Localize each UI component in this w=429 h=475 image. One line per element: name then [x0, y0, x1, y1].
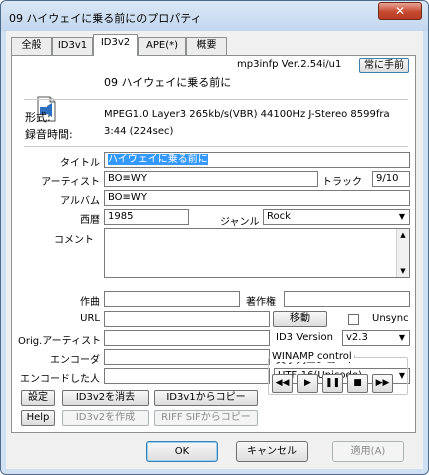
tab-id3v2[interactable]: ID3v2 [93, 34, 138, 56]
move-button[interactable]: 移動 [273, 311, 327, 327]
format-label: 形式: [25, 111, 51, 124]
close-button[interactable]: ✕ [378, 2, 422, 20]
chevron-down-icon: ▼ [398, 212, 406, 221]
encoder-field[interactable] [104, 349, 270, 365]
genre-select[interactable]: Rock ▼ [263, 209, 410, 225]
settings-button[interactable]: 設定 [21, 390, 55, 406]
pause-icon[interactable]: ❚❚ [322, 374, 343, 393]
title-field[interactable]: ハイウェイに乗る前に [104, 152, 410, 168]
artist-field[interactable]: BO≡WY [104, 171, 318, 187]
scroll-up-icon[interactable]: ▲ [397, 229, 409, 241]
always-on-top-button[interactable]: 常に手前 [359, 58, 409, 73]
unsync-label: Unsync [372, 313, 409, 324]
tab-id3v1[interactable]: ID3v1 [52, 37, 93, 55]
track-label: トラック [322, 177, 362, 188]
next-track-icon[interactable]: ▶▶ [372, 374, 393, 393]
comment-scrollbar[interactable]: ▲ ▼ [396, 229, 409, 277]
id3-version-value: v2.3 [346, 332, 368, 343]
year-field[interactable]: 1985 [104, 209, 189, 225]
comment-textarea[interactable]: ▲ ▼ [104, 228, 410, 278]
copy-from-riff-button[interactable]: RIFF SIFからコピー [154, 410, 258, 426]
delete-id3v2-button[interactable]: ID3v2を消去 [62, 390, 149, 406]
genre-value: Rock [267, 211, 291, 222]
url-label: URL [80, 313, 100, 324]
title-label: タイトル [60, 158, 100, 169]
window-title: 09 ハイウェイに乗る前にのプロパティ [9, 12, 202, 25]
separator-top [24, 99, 408, 100]
id3-version-select[interactable]: v2.3 ▼ [342, 330, 410, 346]
ok-button[interactable]: OK [146, 441, 218, 462]
encoded-by-label: エンコードした人 [20, 374, 100, 385]
previous-track-icon[interactable]: ◀◀ [272, 374, 293, 393]
title-bar[interactable]: 09 ハイウェイに乗る前にのプロパティ ✕ [1, 1, 428, 31]
duration-label: 録音時間: [25, 128, 73, 141]
format-value: MPEG1.0 Layer3 265kb/s(VBR) 44100Hz J-St… [104, 109, 390, 120]
separator-mid [24, 146, 408, 147]
play-icon[interactable]: ▶ [297, 374, 318, 393]
genre-label: ジャンル [220, 217, 260, 228]
properties-window: 09 ハイウェイに乗る前にのプロパティ ✕ 全般 ID3v1 ID3v2 APE… [0, 0, 429, 475]
encoded-by-field[interactable] [104, 368, 270, 384]
encoder-label: エンコーダ [50, 355, 100, 366]
composer-field[interactable] [104, 291, 240, 307]
dialog-client: 全般 ID3v1 ID3v2 APE(*) 概要 mp3infp Ver.2.5… [6, 31, 423, 469]
file-name: 09 ハイウェイに乗る前に [104, 76, 232, 89]
id3-version-label: ID3 Version [276, 332, 333, 343]
track-field[interactable]: 9/10 [372, 171, 410, 187]
copyright-label: 著作権 [246, 297, 276, 308]
cancel-button[interactable]: キャンセル [236, 441, 308, 462]
winamp-control-label: WINAMP control [270, 351, 354, 362]
create-id3v2-button[interactable]: ID3v2を作成 [62, 410, 149, 426]
copy-from-id3v1-button[interactable]: ID3v1からコピー [154, 390, 258, 406]
tab-summary[interactable]: 概要 [186, 37, 227, 55]
unsync-checkbox[interactable] [348, 314, 359, 325]
stop-icon[interactable]: ■ [347, 374, 368, 393]
copyright-field[interactable] [284, 291, 410, 307]
comment-label: コメント [54, 235, 94, 246]
tab-ape[interactable]: APE(*) [138, 37, 186, 55]
url-field[interactable] [104, 311, 270, 327]
title-value: ハイウェイに乗る前に [108, 154, 208, 165]
year-label: 西暦 [80, 215, 100, 226]
orig-artist-label: Orig.アーティスト [18, 336, 102, 347]
apply-button[interactable]: 適用(A) [332, 441, 404, 462]
album-field[interactable]: BO≡WY [104, 190, 410, 206]
orig-artist-field[interactable] [104, 330, 270, 346]
duration-value: 3:44 (224sec) [104, 126, 174, 137]
artist-label: アーティスト [41, 177, 100, 188]
version-label: mp3infp Ver.2.54i/u1 [237, 59, 342, 70]
album-label: アルバム [60, 196, 100, 207]
scroll-down-icon[interactable]: ▼ [397, 265, 409, 277]
composer-label: 作曲 [80, 297, 100, 308]
help-button[interactable]: Help [21, 410, 55, 426]
tab-general[interactable]: 全般 [11, 37, 52, 55]
chevron-down-icon: ▼ [398, 333, 406, 342]
